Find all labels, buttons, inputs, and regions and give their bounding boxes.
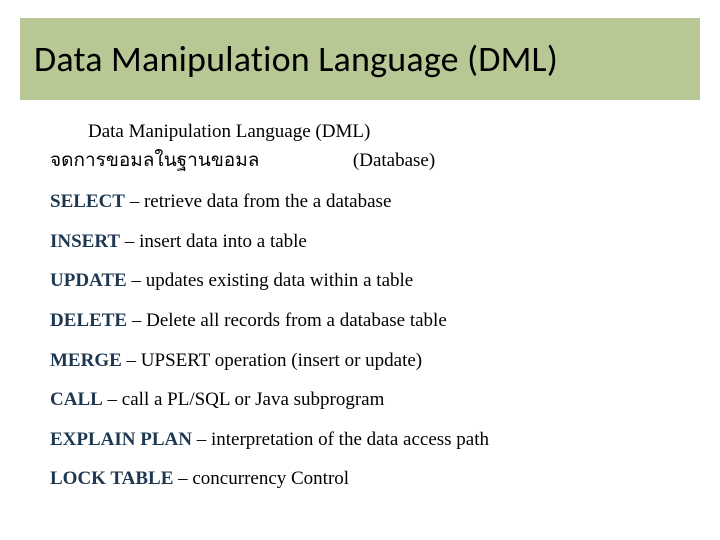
desc: – retrieve data from the a database xyxy=(125,191,391,212)
keyword: LOCK TABLE xyxy=(50,468,173,489)
desc: – Delete all records from a database tab… xyxy=(127,310,447,331)
list-item: DELETE – Delete all records from a datab… xyxy=(50,308,680,334)
title-band: Data Manipulation Language (DML) xyxy=(20,18,700,100)
keyword: UPDATE xyxy=(50,270,127,291)
keyword: MERGE xyxy=(50,350,122,371)
list-item: LOCK TABLE – concurrency Control xyxy=(50,466,680,492)
keyword: DELETE xyxy=(50,310,127,331)
list-item: EXPLAIN PLAN – interpretation of the dat… xyxy=(50,427,680,453)
desc: – insert data into a table xyxy=(120,231,307,252)
body: Data Manipulation Language (DML) จดการขอ… xyxy=(50,115,680,506)
desc: – call a PL/SQL or Java subprogram xyxy=(103,389,385,410)
list-item: INSERT – insert data into a table xyxy=(50,229,680,255)
desc: – concurrency Control xyxy=(173,468,349,489)
intro-line-2: จดการขอมลในฐานขอมล (Database) xyxy=(50,145,680,175)
keyword: SELECT xyxy=(50,191,125,212)
intro-line-1: Data Manipulation Language (DML) xyxy=(88,121,680,143)
desc: – UPSERT operation (insert or update) xyxy=(122,350,422,371)
desc: – updates existing data within a table xyxy=(127,270,414,291)
intro-db: (Database) xyxy=(353,150,435,171)
keyword: CALL xyxy=(50,389,103,410)
keyword: INSERT xyxy=(50,231,120,252)
list-item: SELECT – retrieve data from the a databa… xyxy=(50,189,680,215)
list-item: UPDATE – updates existing data within a … xyxy=(50,268,680,294)
slide: Data Manipulation Language (DML) Data Ma… xyxy=(0,0,720,540)
intro-thai: จดการขอมลในฐานขอมล xyxy=(50,150,259,171)
slide-title: Data Manipulation Language (DML) xyxy=(34,37,558,81)
list-item: CALL – call a PL/SQL or Java subprogram xyxy=(50,387,680,413)
desc: – interpretation of the data access path xyxy=(192,429,489,450)
list-item: MERGE – UPSERT operation (insert or upda… xyxy=(50,348,680,374)
keyword: EXPLAIN PLAN xyxy=(50,429,192,450)
